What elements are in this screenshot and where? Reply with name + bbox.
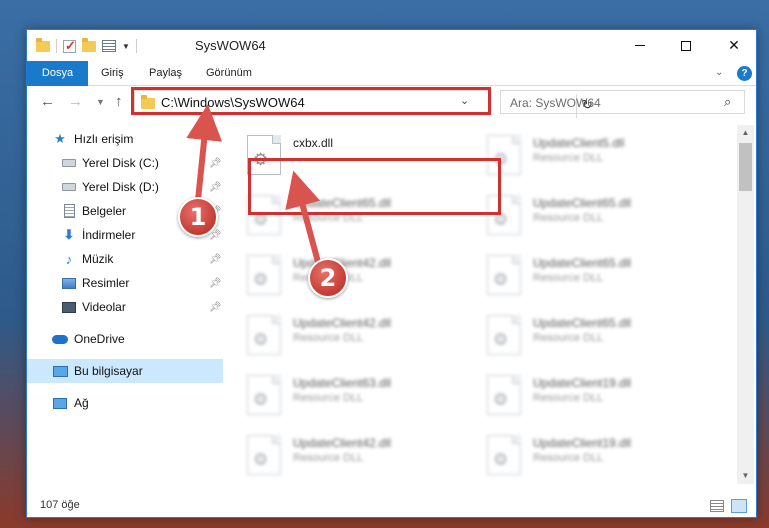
callout-badge-1: 1 [178,197,218,237]
callout-badge-2: 2 [308,258,348,298]
callout-arrow-1 [186,104,321,263]
